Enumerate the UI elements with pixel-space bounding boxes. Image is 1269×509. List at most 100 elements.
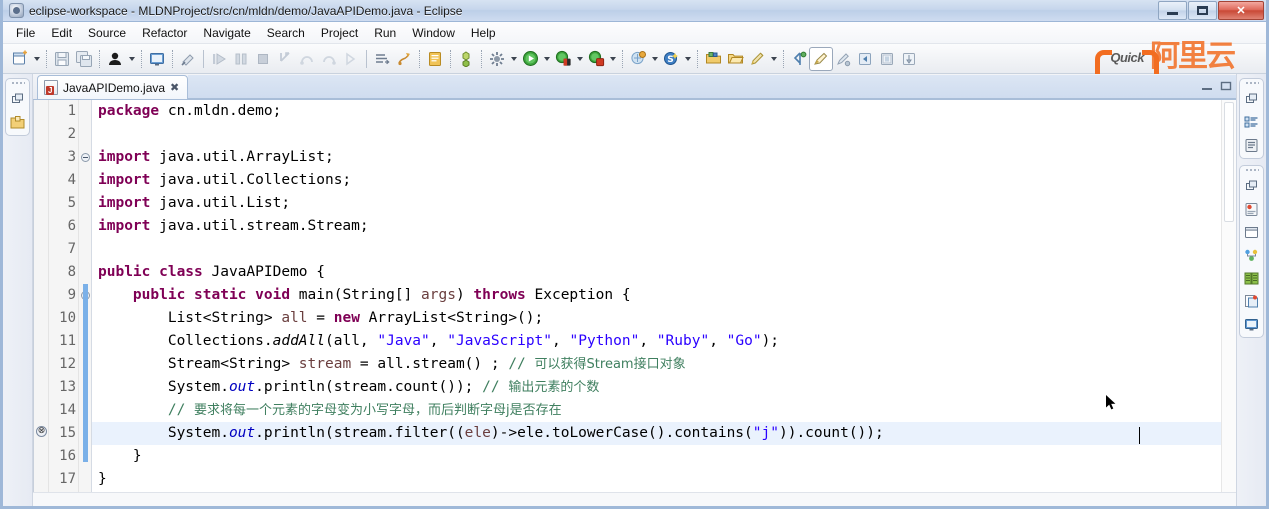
snippets-icon[interactable]: [1242, 291, 1262, 311]
code-line[interactable]: package cn.mldn.demo;: [92, 100, 1221, 123]
pin-editor-icon[interactable]: [898, 48, 920, 70]
toolbar-separator: [366, 49, 367, 68]
coverage-icon[interactable]: [585, 48, 607, 70]
code-line[interactable]: import java.util.List;: [92, 192, 1221, 215]
code-editor[interactable]: ⊗ 1 2 3 4 5 6 7 8 9 10 11 12 13 14 15 16 17 package cn.m…: [33, 100, 1236, 492]
menu-edit[interactable]: Edit: [43, 24, 80, 42]
minimize-view-icon[interactable]: [1200, 79, 1213, 92]
annotation-ruler[interactable]: ⊗: [34, 100, 49, 492]
menu-source[interactable]: Source: [80, 24, 134, 42]
build-icon[interactable]: [486, 48, 508, 70]
code-line[interactable]: System.out.println(stream.count()); // 输…: [92, 376, 1221, 399]
fold-cell: [79, 192, 91, 215]
annotation-icon[interactable]: [746, 48, 768, 70]
debug-dropdown-icon[interactable]: [574, 48, 585, 70]
drag-grip[interactable]: [1244, 168, 1259, 173]
svn-icon[interactable]: S: [660, 48, 682, 70]
back-navigation-icon[interactable]: [854, 48, 876, 70]
user-profile-icon[interactable]: [104, 48, 126, 70]
next-edit-icon[interactable]: [809, 46, 833, 71]
package-explorer-icon[interactable]: [8, 112, 28, 132]
maximize-button[interactable]: [1188, 1, 1217, 20]
code-line[interactable]: import java.util.ArrayList;: [92, 146, 1221, 169]
editor-horizontal-scrollbar[interactable]: [33, 492, 1236, 506]
editor-tab-javaapidemo[interactable]: JavaAPIDemo.java ✖: [37, 75, 189, 99]
debug-icon[interactable]: [552, 48, 574, 70]
save-all-icon[interactable]: [73, 48, 95, 70]
code-line[interactable]: import java.util.Collections;: [92, 169, 1221, 192]
line-number: 15: [59, 425, 76, 441]
previous-annotation-icon[interactable]: [788, 48, 810, 70]
new-wizard-icon[interactable]: [9, 48, 31, 70]
scrollbar-thumb[interactable]: [1224, 102, 1234, 222]
fold-range-bar[interactable]: [83, 284, 88, 462]
new-java-file-icon[interactable]: [424, 48, 446, 70]
folding-ruler[interactable]: [79, 100, 92, 492]
menu-refactor[interactable]: Refactor: [134, 24, 195, 42]
code-line[interactable]: [92, 238, 1221, 261]
code-line[interactable]: }: [92, 468, 1221, 491]
run-dropdown-icon[interactable]: [541, 48, 552, 70]
drag-grip[interactable]: [10, 81, 25, 86]
svn-dropdown-icon[interactable]: [682, 48, 693, 70]
drag-grip[interactable]: [1244, 81, 1259, 86]
toggle-mark-icon[interactable]: [832, 48, 854, 70]
junit-icon[interactable]: [1242, 245, 1262, 265]
console-view-icon[interactable]: [1242, 222, 1262, 242]
open-folder-icon[interactable]: [724, 48, 746, 70]
run-icon[interactable]: [519, 48, 541, 70]
problems-icon[interactable]: [1242, 199, 1262, 219]
code-token: "j": [752, 425, 779, 441]
forward-navigation-icon[interactable]: [876, 48, 898, 70]
error-marker-icon[interactable]: ⊗: [36, 426, 47, 437]
restore-icon[interactable]: [1242, 176, 1262, 196]
editor-vertical-scrollbar[interactable]: [1221, 100, 1236, 492]
code-token: java.util.Collections;: [159, 172, 352, 188]
menu-file[interactable]: File: [8, 24, 43, 42]
restore-icon[interactable]: [1242, 89, 1262, 109]
skip-breakpoints-icon[interactable]: [177, 48, 199, 70]
code-line[interactable]: Collections.addAll(all, "Java", "JavaScr…: [92, 330, 1221, 353]
outline-icon[interactable]: [1242, 112, 1262, 132]
new-wizard-dropdown-icon[interactable]: [31, 48, 42, 70]
code-line[interactable]: import java.util.stream.Stream;: [92, 215, 1221, 238]
display-view-icon[interactable]: [1242, 314, 1262, 334]
maximize-view-icon[interactable]: [1219, 79, 1232, 92]
servers-icon[interactable]: [1242, 268, 1262, 288]
external-tools-dropdown-icon[interactable]: [649, 48, 660, 70]
coverage-dropdown-icon[interactable]: [607, 48, 618, 70]
search-declaration-icon[interactable]: [393, 48, 415, 70]
external-tools-icon[interactable]: [627, 48, 649, 70]
toolbar-separator: [419, 49, 420, 68]
new-java-package-icon[interactable]: [455, 48, 477, 70]
code-line[interactable]: public class JavaAPIDemo {: [92, 261, 1221, 284]
menu-navigate[interactable]: Navigate: [195, 24, 258, 42]
build-dropdown-icon[interactable]: [508, 48, 519, 70]
close-icon[interactable]: ✖: [170, 81, 179, 94]
menu-help[interactable]: Help: [463, 24, 504, 42]
code-line[interactable]: // 要求将每一个元素的字母变为小写字母，而后判断字母j是否存在: [92, 399, 1221, 422]
code-line[interactable]: List<String> all = new ArrayList<String>…: [92, 307, 1221, 330]
open-resource-icon[interactable]: [702, 48, 724, 70]
open-type-icon[interactable]: [371, 48, 393, 70]
line-number: 14: [59, 402, 76, 418]
user-profile-dropdown-icon[interactable]: [126, 48, 137, 70]
menu-run[interactable]: Run: [366, 24, 404, 42]
task-list-icon[interactable]: [1242, 135, 1262, 155]
close-button[interactable]: ✕: [1218, 1, 1264, 20]
menu-window[interactable]: Window: [404, 24, 463, 42]
minimize-button[interactable]: [1158, 1, 1187, 20]
console-icon[interactable]: [146, 48, 168, 70]
menu-search[interactable]: Search: [259, 24, 313, 42]
annotation-dropdown-icon[interactable]: [768, 48, 779, 70]
menu-project[interactable]: Project: [313, 24, 366, 42]
code-line[interactable]: }: [92, 445, 1221, 468]
save-icon[interactable]: [51, 48, 73, 70]
code-line[interactable]: Stream<String> stream = all.stream() ; /…: [92, 353, 1221, 376]
code-line[interactable]: public static void main(String[] args) t…: [92, 284, 1221, 307]
code-text-area[interactable]: package cn.mldn.demo; import java.util.A…: [92, 100, 1221, 492]
code-line[interactable]: [92, 123, 1221, 146]
code-line[interactable]: System.out.println(stream.filter((ele)->…: [92, 422, 1221, 445]
restore-icon[interactable]: [8, 89, 28, 109]
fold-collapse-icon[interactable]: [81, 153, 90, 162]
